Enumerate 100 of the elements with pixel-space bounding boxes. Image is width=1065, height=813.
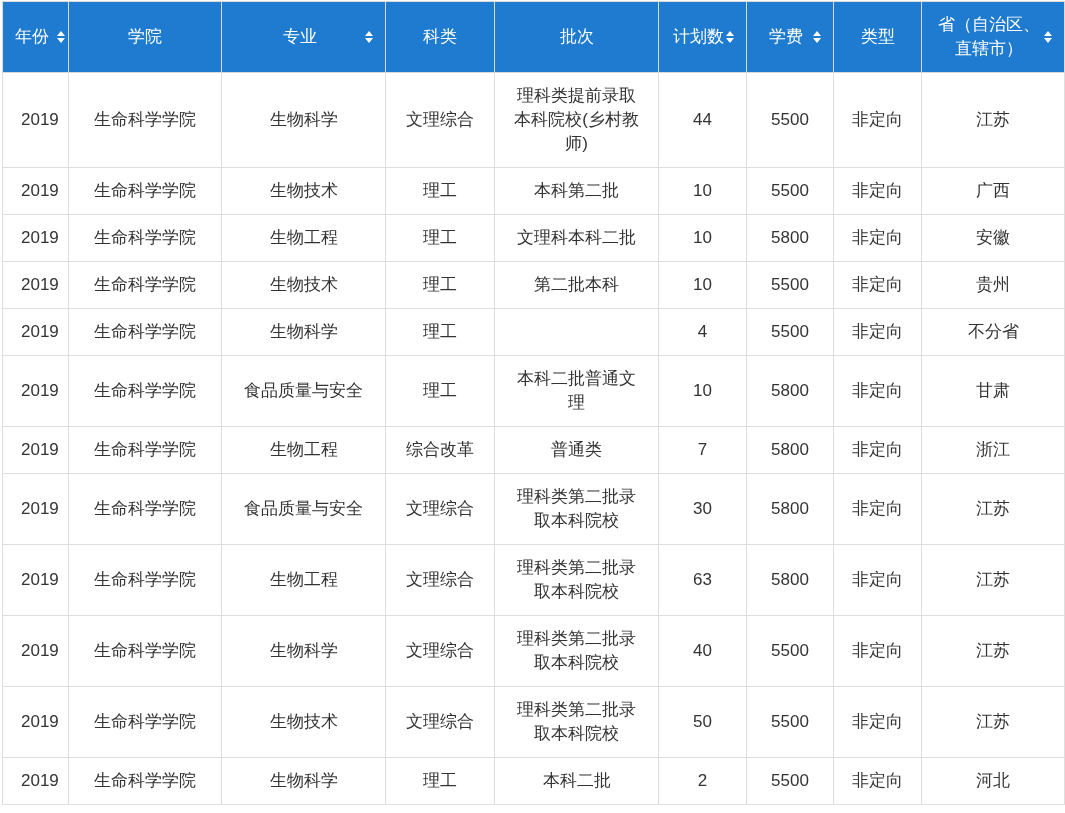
table-cell: 2019 [21,322,59,341]
table-cell: 2019 [21,771,59,790]
table-cell: 非定向 [852,381,903,400]
table-cell: 理科类第二批录取本科院校 [517,487,636,530]
table-cell: 生命科学学院 [94,570,196,589]
table-cell: 生物科学 [269,322,338,341]
table-cell: 理科类第二批录取本科院校 [517,700,636,743]
table-cell: 10 [693,381,712,400]
table-cell: 生命科学学院 [94,641,196,660]
table-cell: 非定向 [852,275,903,294]
table-cell: 安徽 [976,228,1010,247]
table-cell: 生命科学学院 [94,381,196,400]
table-cell: 江苏 [976,110,1010,129]
table-cell: 7 [697,440,708,459]
table-cell: 5800 [771,440,809,459]
table-cell: 江苏 [976,641,1010,660]
table-cell: 理工 [423,322,457,341]
table-cell: 生物技术 [269,181,338,200]
table-cell: 不分省 [967,322,1019,341]
table-cell: 2019 [21,228,59,247]
table-cell: 生物工程 [269,228,338,247]
table-cell: 非定向 [852,712,903,731]
table-cell: 2019 [21,570,59,589]
table-cell: 非定向 [852,110,903,129]
table-cell: 2019 [21,275,59,294]
table-cell: 10 [693,181,712,200]
column-header: 类型 [833,1,922,73]
table-cell: 2019 [21,499,59,518]
table-cell: 63 [693,570,712,589]
table-cell: 4 [697,322,708,341]
table-cell: 5800 [771,570,809,589]
column-header[interactable]: 年份 [2,1,69,73]
table-cell: 普通类 [551,440,602,459]
table-cell: 文理综合 [406,570,474,589]
table-cell: 非定向 [852,641,903,660]
table-cell: 2019 [21,110,59,129]
table-cell: 非定向 [852,228,903,247]
table-cell: 文理综合 [406,712,474,731]
table-cell: 综合改革 [406,440,474,459]
table-cell: 生物技术 [269,275,338,294]
column-header: 科类 [385,1,495,73]
table-cell: 5500 [771,181,809,200]
table-cell: 生命科学学院 [94,275,196,294]
table-cell: 理工 [423,181,457,200]
table-cell: 理工 [423,275,457,294]
column-header[interactable]: 省（自治区、直辖市） [921,1,1065,73]
table-cell: 生命科学学院 [94,228,196,247]
table-cell: 生物工程 [269,570,338,589]
table-cell: 2 [697,771,708,790]
table-cell: 5500 [771,275,809,294]
table-cell: 非定向 [852,771,903,790]
table-cell: 广西 [976,181,1010,200]
table-cell: 生物工程 [269,440,338,459]
column-header: 批次 [494,1,659,73]
sort-icon [1044,31,1052,43]
table-cell: 10 [693,275,712,294]
column-header: 学院 [68,1,222,73]
column-header[interactable]: 计划数 [658,1,747,73]
table-cell: 40 [693,641,712,660]
table-cell: 非定向 [852,322,903,341]
table-cell: 非定向 [852,440,903,459]
table-cell: 5800 [771,499,809,518]
column-header[interactable]: 专业 [221,1,386,73]
table-cell: 非定向 [852,499,903,518]
table-cell: 食品质量与安全 [244,499,363,518]
table-cell: 5500 [771,712,809,731]
sort-icon [365,31,373,43]
table-cell: 5500 [771,322,809,341]
table-cell: 生物技术 [269,712,338,731]
table-cell: 44 [693,110,712,129]
table-cell: 理工 [423,381,457,400]
table-cell: 2019 [21,641,59,660]
table-cell: 非定向 [852,570,903,589]
table-cell: 2019 [21,712,59,731]
table-cell: 生物科学 [269,641,338,660]
column-header[interactable]: 学费 [746,1,834,73]
table-cell: 文理综合 [406,110,474,129]
table-cell: 生物科学 [269,110,338,129]
table-cell: 生命科学学院 [94,322,196,341]
table-cell: 理科类第二批录取本科院校 [517,558,636,601]
table-cell: 50 [693,712,712,731]
table-cell: 生命科学学院 [94,771,196,790]
table-cell: 5500 [771,641,809,660]
table-cell: 甘肃 [976,381,1010,400]
table-cell: 本科二批 [542,771,611,790]
sort-icon [57,31,65,43]
table-cell: 2019 [21,381,59,400]
table-cell: 理工 [423,771,457,790]
table-cell: 30 [693,499,712,518]
table-cell: 生物科学 [269,771,338,790]
table-cell: 江苏 [976,499,1010,518]
table-cell: 生命科学学院 [94,712,196,731]
table-cell: 食品质量与安全 [244,381,363,400]
table-cell: 江苏 [976,712,1010,731]
table-cell: 生命科学学院 [94,499,196,518]
table-cell: 理科类提前录取本科院校(乡村教师) [514,86,639,153]
table-cell: 浙江 [976,440,1010,459]
table-cell: 生命科学学院 [94,110,196,129]
table-cell: 非定向 [852,181,903,200]
table-cell: 5800 [771,228,809,247]
